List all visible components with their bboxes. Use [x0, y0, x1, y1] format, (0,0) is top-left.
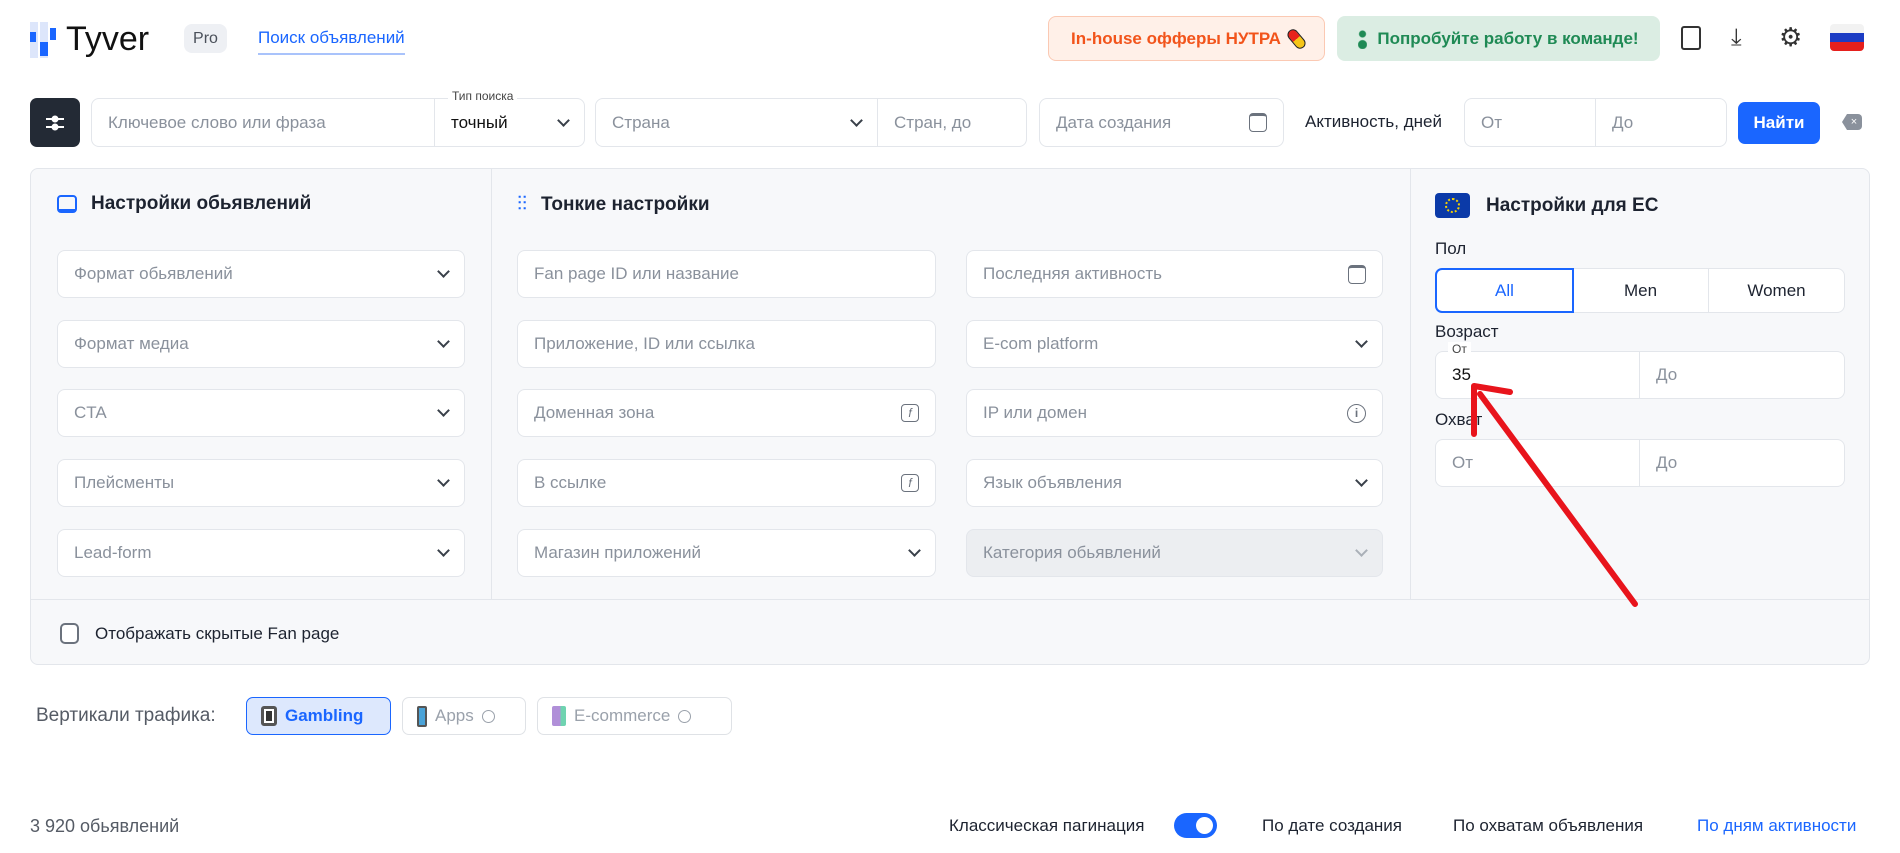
gender-option-women[interactable]: Women: [1708, 269, 1844, 312]
column-divider: [491, 169, 492, 599]
pill-icon: [1285, 26, 1308, 51]
footer-divider: [31, 599, 1869, 600]
logo[interactable]: Tyver: [30, 20, 149, 59]
nav-link-ad-search[interactable]: Поиск объявлений: [258, 28, 405, 55]
find-button[interactable]: Найти: [1738, 102, 1820, 144]
settings-icon[interactable]: ⚙: [1779, 22, 1802, 53]
tune-icon: ⫶⫶: [517, 193, 527, 215]
language-flag-ru-icon[interactable]: [1830, 24, 1864, 51]
app-store-select[interactable]: Магазин приложений: [517, 529, 936, 577]
age-label: Возраст: [1435, 322, 1499, 341]
ad-category-select[interactable]: Категория обьявлений: [966, 529, 1383, 577]
nutra-offers-button[interactable]: In-house офферы НУТРА: [1048, 16, 1325, 61]
function-icon: f: [901, 474, 919, 492]
chevron-down-icon: [850, 113, 863, 127]
chevron-down-icon: [1355, 335, 1368, 348]
monitor-icon: [57, 195, 77, 213]
lead-form-select[interactable]: Lead-form: [57, 529, 465, 577]
chevron-down-icon: [437, 474, 450, 487]
vertical-gambling-chip[interactable]: Gambling: [246, 697, 391, 735]
countries-to-input[interactable]: Стран, до: [877, 98, 1027, 147]
clear-search-icon[interactable]: ×: [1842, 114, 1862, 130]
info-icon: i: [1347, 403, 1366, 423]
classic-pagination-toggle[interactable]: [1174, 813, 1217, 838]
chevron-down-icon: [908, 544, 921, 557]
reach-to-input[interactable]: До: [1639, 439, 1845, 487]
chevron-down-icon: [1355, 474, 1368, 487]
toggle-knob: [1196, 817, 1213, 834]
last-activity-input[interactable]: Последняя активность: [966, 250, 1383, 298]
gender-label: Пол: [1435, 239, 1467, 258]
function-icon: f: [901, 404, 919, 422]
ip-domain-input[interactable]: IP или домен i: [966, 389, 1383, 437]
sort-by-creation-date[interactable]: По дате создания: [1262, 816, 1402, 836]
age-to-input[interactable]: До: [1639, 351, 1845, 399]
activity-from-input[interactable]: От: [1464, 98, 1596, 147]
country-select[interactable]: Страна: [595, 98, 878, 147]
sort-by-reach[interactable]: По охватам объявления: [1453, 816, 1643, 836]
checkbox-box[interactable]: [60, 623, 79, 644]
app-input[interactable]: Приложение, ID или ссылка: [517, 320, 936, 368]
logo-icon: [30, 21, 56, 58]
search-type-label: Тип поиска: [448, 89, 518, 103]
ecom-platform-select[interactable]: E-com platform: [966, 320, 1383, 368]
chevron-down-icon: [557, 113, 570, 127]
placements-select[interactable]: Плейсменты: [57, 459, 465, 507]
hidden-fanpage-checkbox[interactable]: Отображать скрытые Fan page: [60, 623, 339, 644]
calendar-search-icon: [1348, 264, 1366, 284]
classic-pagination-label: Классическая пагинация: [949, 816, 1145, 835]
results-count: 3 920 обьявлений: [30, 816, 180, 836]
search-type-select[interactable]: точный: [434, 98, 585, 147]
vertical-ecommerce-chip[interactable]: E-commerce: [537, 697, 732, 735]
team-trial-button[interactable]: Попробуйте работу в команде!: [1337, 16, 1660, 61]
media-format-select[interactable]: Формат медиа: [57, 320, 465, 368]
gender-option-men[interactable]: Men: [1573, 269, 1708, 312]
filters-toggle-button[interactable]: [30, 98, 80, 147]
chevron-down-icon: [437, 335, 450, 348]
download-icon[interactable]: ⤓: [1731, 24, 1742, 52]
ad-language-select[interactable]: Язык объявления: [966, 459, 1383, 507]
ad-format-select[interactable]: Формат обьявлений: [57, 250, 465, 298]
cta-select[interactable]: CTA: [57, 389, 465, 437]
keyword-input[interactable]: Ключевое слово или фраза: [91, 98, 435, 147]
clock-icon: [678, 709, 692, 723]
sort-by-activity-days[interactable]: По дням активности: [1697, 816, 1856, 836]
bookmarks-icon[interactable]: [1681, 26, 1701, 50]
phone-icon: [417, 705, 427, 727]
chevron-down-icon: [1355, 544, 1368, 557]
ad-settings-heading: Настройки обьявлений: [57, 193, 311, 215]
sliders-icon: [46, 115, 64, 130]
slot-machine-icon: [261, 706, 277, 726]
gender-segmented-control: All Men Women: [1435, 268, 1845, 313]
column-divider: [1410, 169, 1411, 599]
in-link-input[interactable]: В ссылке f: [517, 459, 936, 507]
plan-badge: Pro: [184, 24, 227, 53]
reach-from-input[interactable]: От: [1435, 439, 1640, 487]
vertical-apps-chip[interactable]: Apps: [402, 697, 526, 735]
eu-flag-icon: [1435, 193, 1470, 218]
reach-label: Охват: [1435, 410, 1483, 429]
gender-option-all[interactable]: All: [1435, 268, 1574, 313]
activity-days-label: Активность, дней: [1305, 112, 1442, 131]
fine-settings-heading: ⫶⫶ Тонкие настройки: [517, 193, 710, 215]
eu-settings-heading: Настройки для ЕС: [1435, 193, 1658, 218]
calendar-search-icon: [1249, 113, 1267, 132]
fanpage-input[interactable]: Fan page ID или название: [517, 250, 936, 298]
clock-icon: [481, 709, 495, 723]
age-from-input[interactable]: 35: [1435, 351, 1640, 399]
shopping-bag-icon: [552, 706, 566, 726]
chevron-down-icon: [437, 265, 450, 278]
verticals-label: Вертикали трафика:: [36, 705, 216, 726]
chevron-down-icon: [437, 404, 450, 417]
creation-date-input[interactable]: Дата создания: [1039, 98, 1284, 147]
age-from-label: От: [1448, 342, 1471, 356]
chevron-down-icon: [437, 544, 450, 557]
activity-to-input[interactable]: До: [1595, 98, 1727, 147]
logo-text: Tyver: [66, 20, 150, 58]
domain-zone-input[interactable]: Доменная зона f: [517, 389, 936, 437]
team-icon: [1358, 28, 1368, 49]
